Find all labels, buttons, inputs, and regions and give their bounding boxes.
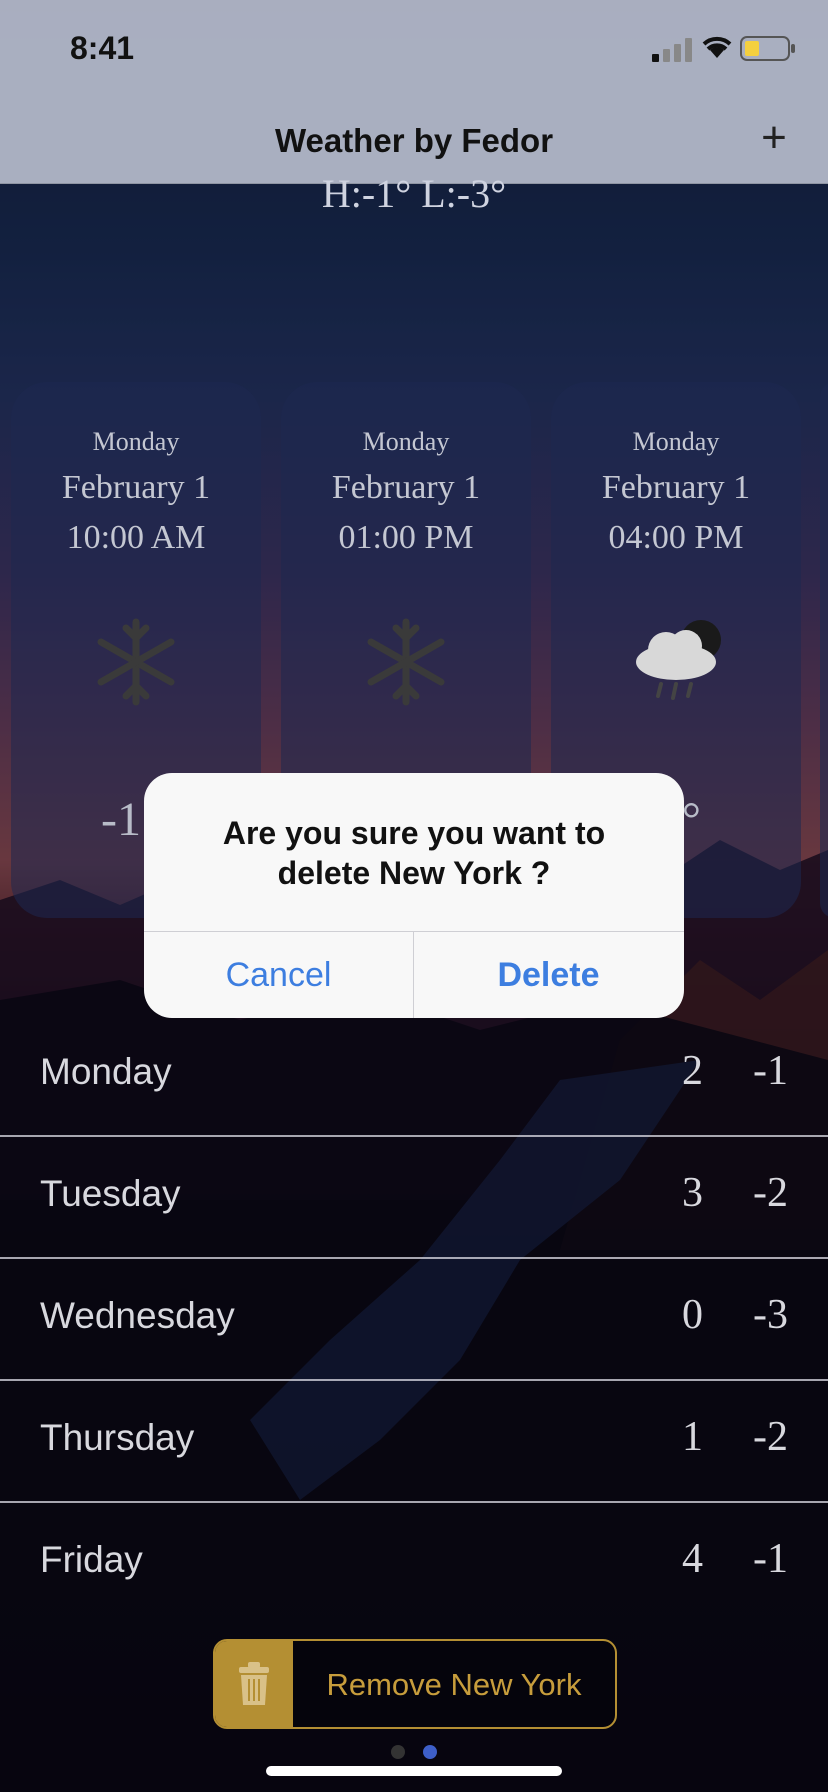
trash-icon xyxy=(239,1662,269,1705)
card-day: Monday xyxy=(92,427,180,456)
daily-day: Friday xyxy=(40,1539,143,1580)
daily-day: Wednesday xyxy=(40,1295,235,1336)
daily-row[interactable]: Monday 2 -1 xyxy=(0,1015,828,1137)
signal-icon xyxy=(652,38,692,62)
daily-row[interactable]: Thursday 1 -2 xyxy=(0,1381,828,1503)
trash-icon-box xyxy=(215,1641,293,1727)
card-time: 04:00 PM xyxy=(608,519,744,556)
daily-high: 1 xyxy=(682,1414,703,1460)
high-low-summary: H:-1° L:-3° xyxy=(321,171,507,216)
delete-button[interactable]: Delete xyxy=(414,932,683,1018)
daily-day: Tuesday xyxy=(40,1173,181,1214)
daily-row[interactable]: Friday 4 -1 xyxy=(0,1503,828,1623)
daily-row[interactable]: Tuesday 3 -2 xyxy=(0,1137,828,1259)
daily-high: 4 xyxy=(682,1536,703,1582)
card-date: February 1 xyxy=(61,469,211,506)
status-time: 8:41 xyxy=(70,30,135,66)
hourly-card-partial[interactable] xyxy=(820,382,828,918)
daily-day: Thursday xyxy=(40,1417,195,1458)
card-day: Monday xyxy=(362,427,450,456)
daily-low: -2 xyxy=(753,1414,788,1460)
wifi-icon xyxy=(702,36,732,58)
daily-low: -1 xyxy=(753,1536,788,1582)
page-dot-active[interactable] xyxy=(423,1745,438,1759)
remove-city-label: Remove New York xyxy=(326,1667,582,1702)
status-bar: 8:41 xyxy=(0,0,828,90)
snowflake-icon xyxy=(367,618,445,706)
rain-cloud-icon xyxy=(636,620,721,700)
remove-city-button[interactable]: Remove New York xyxy=(213,1639,617,1729)
delete-confirm-dialog: Are you sure you want to delete New York… xyxy=(144,773,684,1018)
card-time: 10:00 AM xyxy=(66,519,206,556)
daily-row[interactable]: Wednesday 0 -3 xyxy=(0,1259,828,1381)
card-time: 01:00 PM xyxy=(338,519,474,556)
page-dot[interactable] xyxy=(390,1745,405,1759)
daily-low: -1 xyxy=(753,1048,788,1094)
home-indicator[interactable] xyxy=(266,1766,562,1776)
card-date: February 1 xyxy=(601,469,751,506)
cancel-button[interactable]: Cancel xyxy=(144,932,414,1018)
daily-low: -3 xyxy=(753,1292,788,1338)
add-city-button[interactable]: + xyxy=(744,108,804,168)
snowflake-icon xyxy=(97,618,175,706)
nav-title: Weather by Fedor xyxy=(274,122,554,159)
battery-icon xyxy=(740,36,795,61)
page-indicator[interactable] xyxy=(0,1745,828,1764)
daily-low: -2 xyxy=(753,1170,788,1216)
daily-high: 2 xyxy=(682,1048,703,1094)
dialog-buttons: Cancel Delete xyxy=(144,931,684,1018)
card-date: February 1 xyxy=(331,469,481,506)
daily-high: 0 xyxy=(682,1292,703,1338)
card-day: Monday xyxy=(632,427,720,456)
dialog-message: Are you sure you want to delete New York… xyxy=(222,815,606,891)
daily-day: Monday xyxy=(40,1051,172,1092)
daily-high: 3 xyxy=(682,1170,703,1216)
